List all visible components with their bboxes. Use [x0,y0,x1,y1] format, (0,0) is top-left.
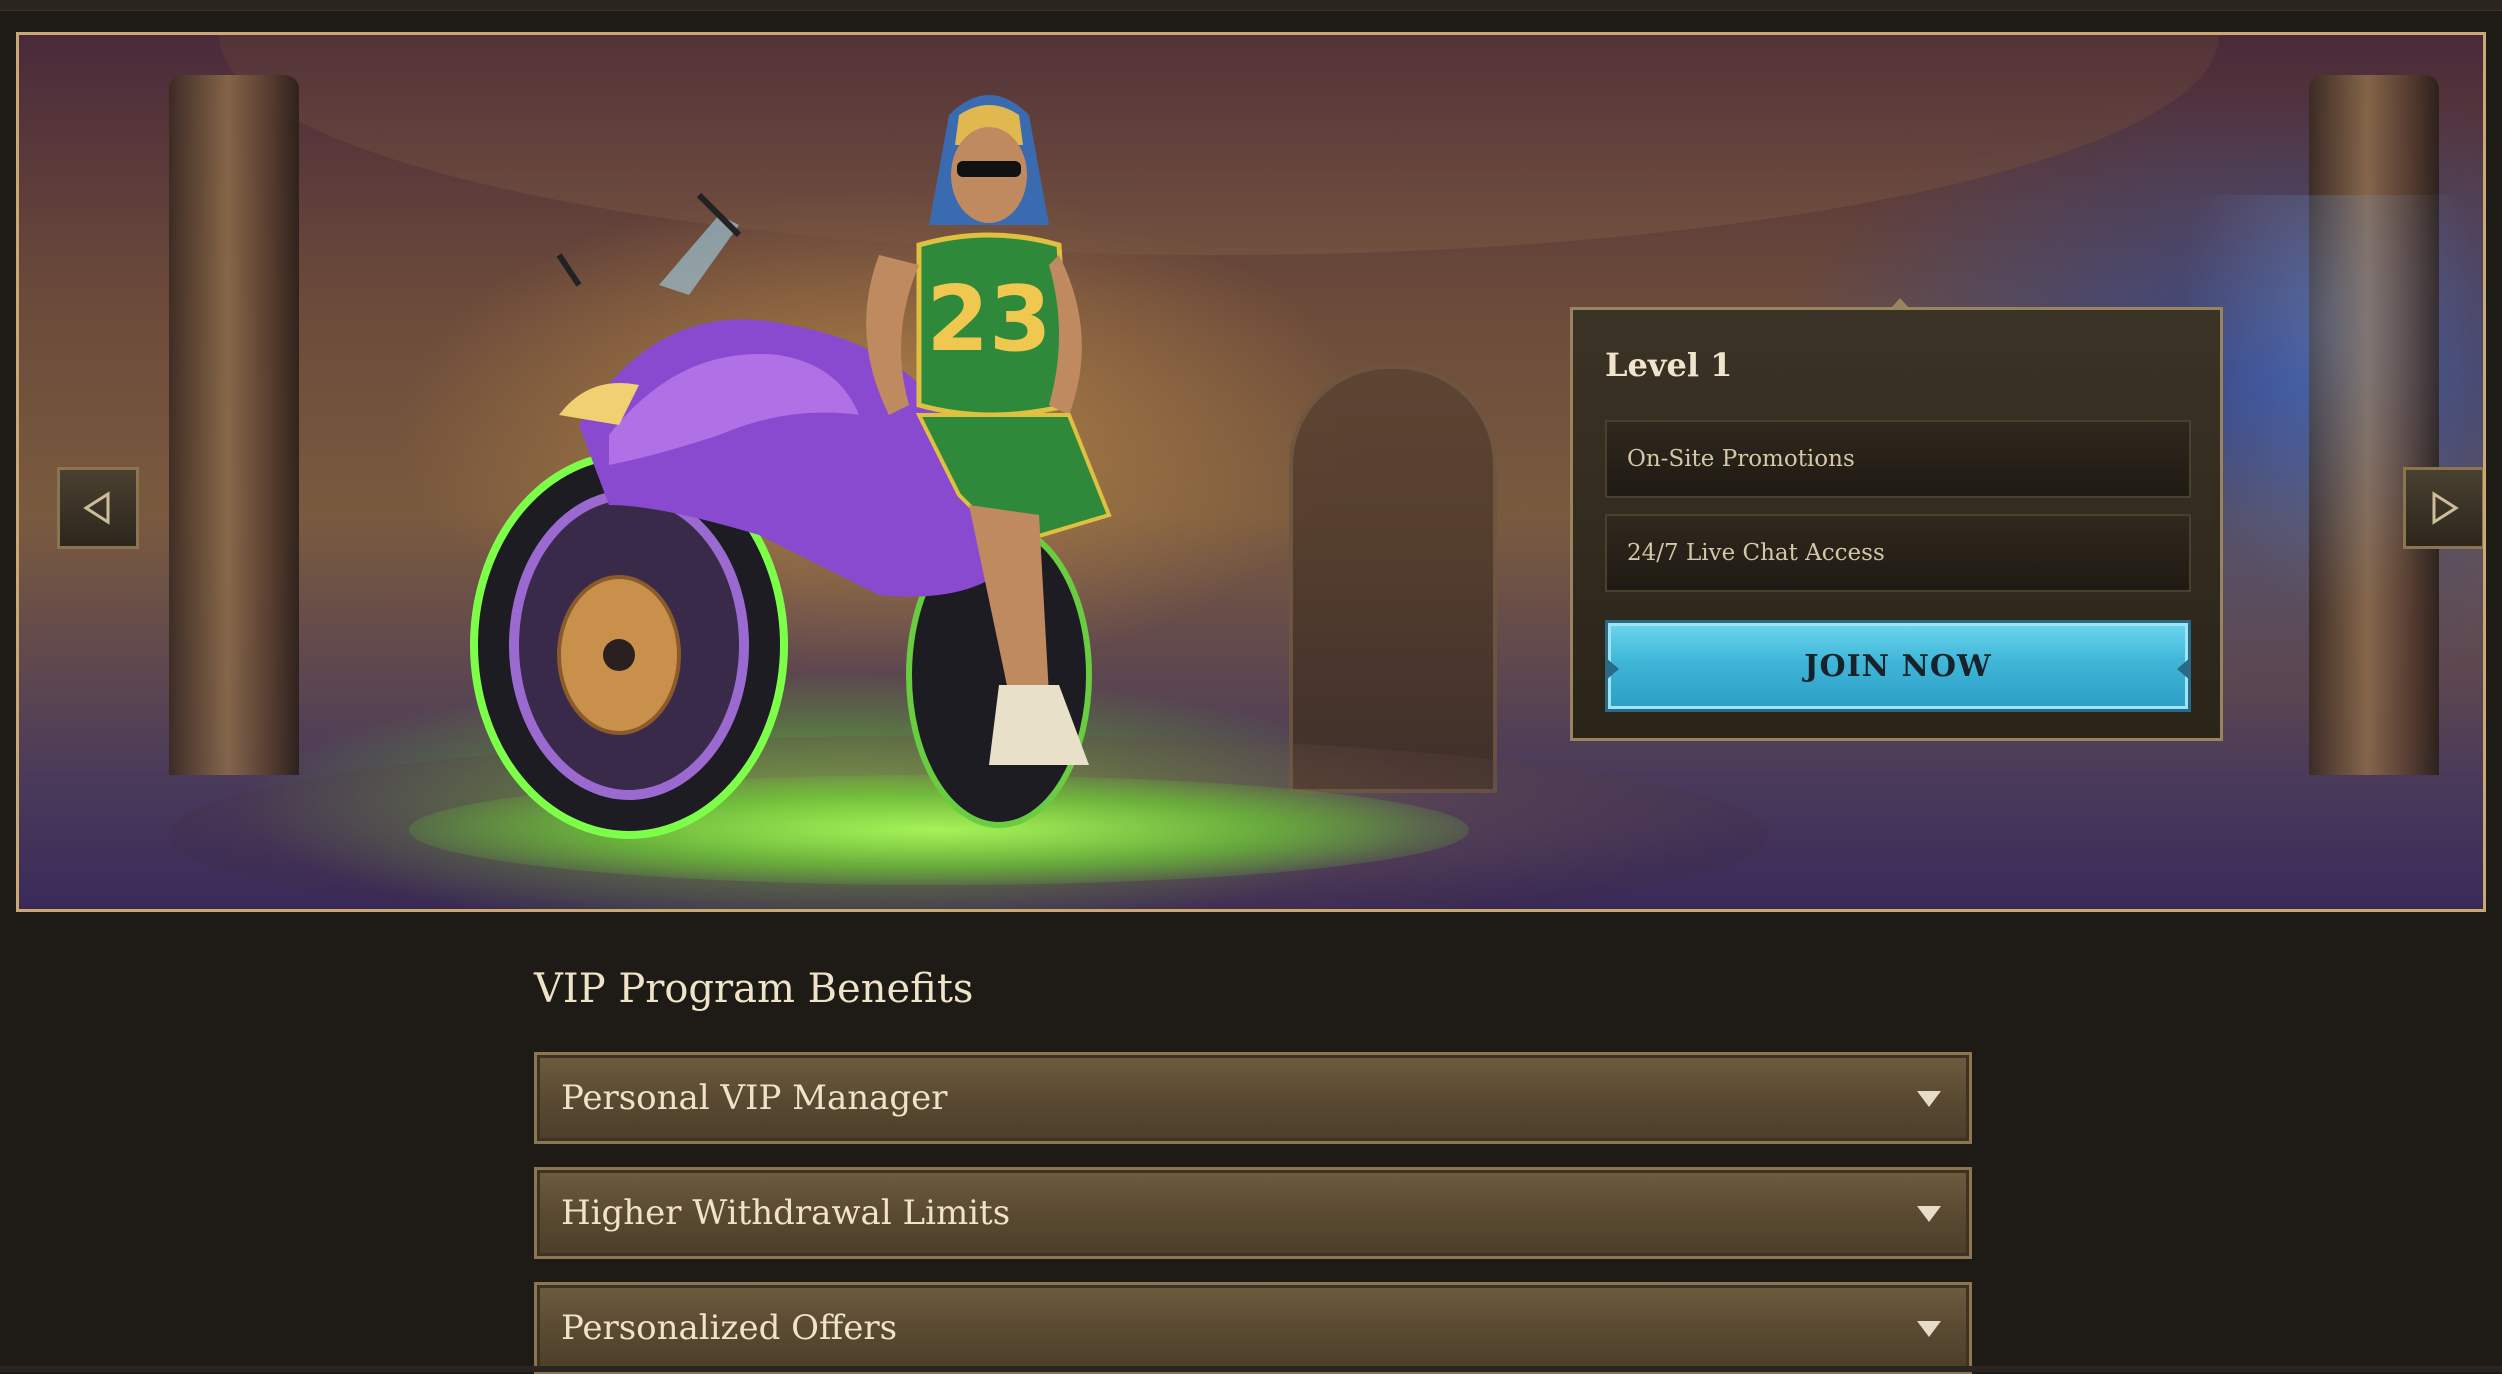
accordion-personalized-offers[interactable]: Personalized Offers [534,1282,1972,1374]
pharaoh-rider-illustration: 23 [866,95,1112,765]
accordion-label: Personal VIP Manager [561,1078,948,1118]
level-benefit-item: 24/7 Live Chat Access [1605,514,2191,592]
jersey-number: 23 [926,267,1051,372]
accordion-label: Higher Withdrawal Limits [561,1193,1011,1233]
bottom-edge [0,1366,2502,1372]
chevron-down-icon [1917,1206,1941,1222]
left-pillar [169,75,299,775]
chevron-down-icon [1917,1321,1941,1337]
card-pointer [1891,298,1909,308]
join-now-button[interactable]: JOIN NOW [1605,620,2191,712]
chevron-left-icon [83,491,110,525]
carved-door [1289,365,1497,793]
level-benefit-item: On-Site Promotions [1605,420,2191,498]
night-palms [2179,195,2479,615]
section-title: VIP Program Benefits [534,966,974,1012]
chevron-right-icon [2432,491,2459,525]
accordion-personal-vip-manager[interactable]: Personal VIP Manager [534,1052,1972,1144]
accordion-higher-withdrawal-limits[interactable]: Higher Withdrawal Limits [534,1167,1972,1259]
vip-level-card: Level 1 On-Site Promotions 24/7 Live Cha… [1570,298,2223,741]
vip-hero-banner: 23 Level 1 On-Site Promotions 24/7 Live … [16,32,2486,912]
carousel-prev-button[interactable] [57,467,139,549]
carousel-next-button[interactable] [2403,467,2483,549]
accordion-label: Personalized Offers [561,1308,898,1348]
top-nav-bar [0,0,2502,11]
level-title: Level 1 [1605,346,1733,384]
chevron-down-icon [1917,1091,1941,1107]
